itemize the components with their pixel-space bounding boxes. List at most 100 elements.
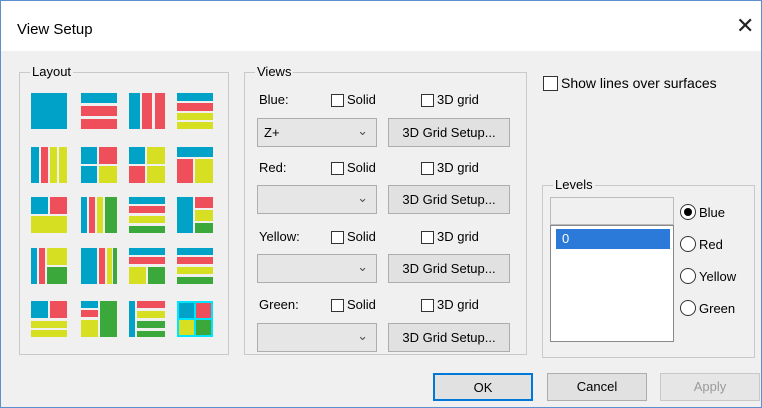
green-3d-grid-setup-button[interactable]: 3D Grid Setup... <box>388 323 510 352</box>
blue-solid-checkbox[interactable]: Solid <box>331 92 376 108</box>
layout-pane <box>129 206 165 213</box>
layout-pane <box>129 226 165 233</box>
red-3dgrid-checkbox[interactable]: 3D grid <box>421 160 479 176</box>
layout-preset-18[interactable] <box>81 301 117 337</box>
layout-pane <box>129 147 145 164</box>
levels-group-label: Levels <box>553 177 595 193</box>
radio-yellow[interactable]: Yellow <box>680 268 736 284</box>
chevron-down-icon: ⌄ <box>357 328 368 343</box>
layout-pane <box>31 147 39 183</box>
layout-pane <box>31 197 48 214</box>
layout-pane <box>41 147 48 183</box>
radio-red[interactable]: Red <box>680 236 723 252</box>
layout-pane <box>137 301 165 308</box>
layout-pane <box>177 248 213 255</box>
yellow-3dgrid-checkbox[interactable]: 3D grid <box>421 229 479 245</box>
layout-pane <box>47 267 67 284</box>
layout-pane <box>177 277 213 284</box>
layout-pane <box>31 321 67 328</box>
green-view-dropdown[interactable]: ⌄ <box>257 323 377 352</box>
layout-preset-9[interactable] <box>31 197 67 233</box>
yellow-view-dropdown[interactable]: ⌄ <box>257 254 377 283</box>
layout-preset-11[interactable] <box>129 197 165 233</box>
layout-pane <box>195 197 213 208</box>
layout-group-label: Layout <box>30 64 74 80</box>
layout-preset-2[interactable] <box>81 93 117 129</box>
layout-preset-13[interactable] <box>31 248 67 284</box>
blue-view-dropdown[interactable]: Z+ ⌄ <box>257 118 377 147</box>
layout-preset-17[interactable] <box>31 301 67 337</box>
layout-preset-12[interactable] <box>177 197 213 233</box>
layout-pane <box>129 248 165 255</box>
title-bar: View Setup ✕ <box>1 1 761 51</box>
layout-pane <box>177 122 213 129</box>
levels-list[interactable]: 0 <box>550 225 674 342</box>
layout-preset-14[interactable] <box>81 248 117 284</box>
layout-preset-7[interactable] <box>129 147 165 183</box>
layout-pane <box>129 93 140 129</box>
layout-pane <box>81 106 117 116</box>
layout-pane <box>196 320 211 335</box>
show-lines-checkbox[interactable]: Show lines over surfaces <box>543 75 717 91</box>
layout-pane <box>177 267 213 274</box>
layout-preset-3[interactable] <box>129 93 165 129</box>
layout-pane <box>81 166 97 183</box>
layout-pane <box>147 166 165 183</box>
layout-pane <box>81 301 98 308</box>
layout-preset-5[interactable] <box>31 147 67 183</box>
layout-pane <box>50 301 67 318</box>
layout-preset-8[interactable] <box>177 147 213 183</box>
yellow-3d-grid-setup-button[interactable]: 3D Grid Setup... <box>388 254 510 283</box>
radio-blue[interactable]: Blue <box>680 204 725 220</box>
layout-pane <box>99 147 117 164</box>
layout-pane <box>113 248 117 284</box>
layout-preset-10[interactable] <box>81 197 117 233</box>
layout-pane <box>31 248 37 284</box>
layout-pane <box>196 303 211 318</box>
apply-button[interactable]: Apply <box>660 373 760 401</box>
layout-pane <box>31 301 48 318</box>
layout-pane <box>31 330 67 337</box>
red-view-dropdown[interactable]: ⌄ <box>257 185 377 214</box>
layout-pane <box>148 267 165 284</box>
blue-3dgrid-checkbox[interactable]: 3D grid <box>421 92 479 108</box>
close-icon[interactable]: ✕ <box>736 15 754 37</box>
layout-pane <box>81 197 87 233</box>
cancel-button[interactable]: Cancel <box>547 373 647 401</box>
layout-pane <box>99 166 117 183</box>
blue-3d-grid-setup-button[interactable]: 3D Grid Setup... <box>388 118 510 147</box>
layout-pane <box>81 310 98 317</box>
green-solid-checkbox[interactable]: Solid <box>331 297 376 313</box>
list-item[interactable]: 0 <box>556 229 670 249</box>
layout-pane <box>177 113 213 120</box>
chevron-down-icon: ⌄ <box>357 123 368 138</box>
layout-pane <box>107 248 112 284</box>
chevron-down-icon: ⌄ <box>357 259 368 274</box>
red-3d-grid-setup-button[interactable]: 3D Grid Setup... <box>388 185 510 214</box>
layout-preset-20[interactable] <box>177 301 213 337</box>
views-group-label: Views <box>255 64 294 80</box>
layout-preset-16[interactable] <box>177 248 213 284</box>
radio-green[interactable]: Green <box>680 300 735 316</box>
layout-pane <box>129 216 165 223</box>
yellow-solid-checkbox[interactable]: Solid <box>331 229 376 245</box>
chevron-down-icon: ⌄ <box>357 190 368 205</box>
layout-preset-19[interactable] <box>129 301 165 337</box>
layout-pane <box>177 159 193 183</box>
layout-preset-15[interactable] <box>129 248 165 284</box>
layout-pane <box>89 197 95 233</box>
ok-button[interactable]: OK <box>433 373 533 401</box>
layout-preset-6[interactable] <box>81 147 117 183</box>
layout-pane <box>81 320 98 337</box>
red-solid-checkbox[interactable]: Solid <box>331 160 376 176</box>
layout-preset-4[interactable] <box>177 93 213 129</box>
green-3dgrid-checkbox[interactable]: 3D grid <box>421 297 479 313</box>
layout-pane <box>177 103 213 111</box>
levels-header-box <box>550 197 674 225</box>
layout-preset-1[interactable] <box>31 93 67 129</box>
layout-pane <box>129 197 165 204</box>
layout-pane <box>129 166 145 183</box>
layout-pane <box>100 301 117 337</box>
layout-pane <box>105 197 117 233</box>
layout-pane <box>137 311 165 318</box>
